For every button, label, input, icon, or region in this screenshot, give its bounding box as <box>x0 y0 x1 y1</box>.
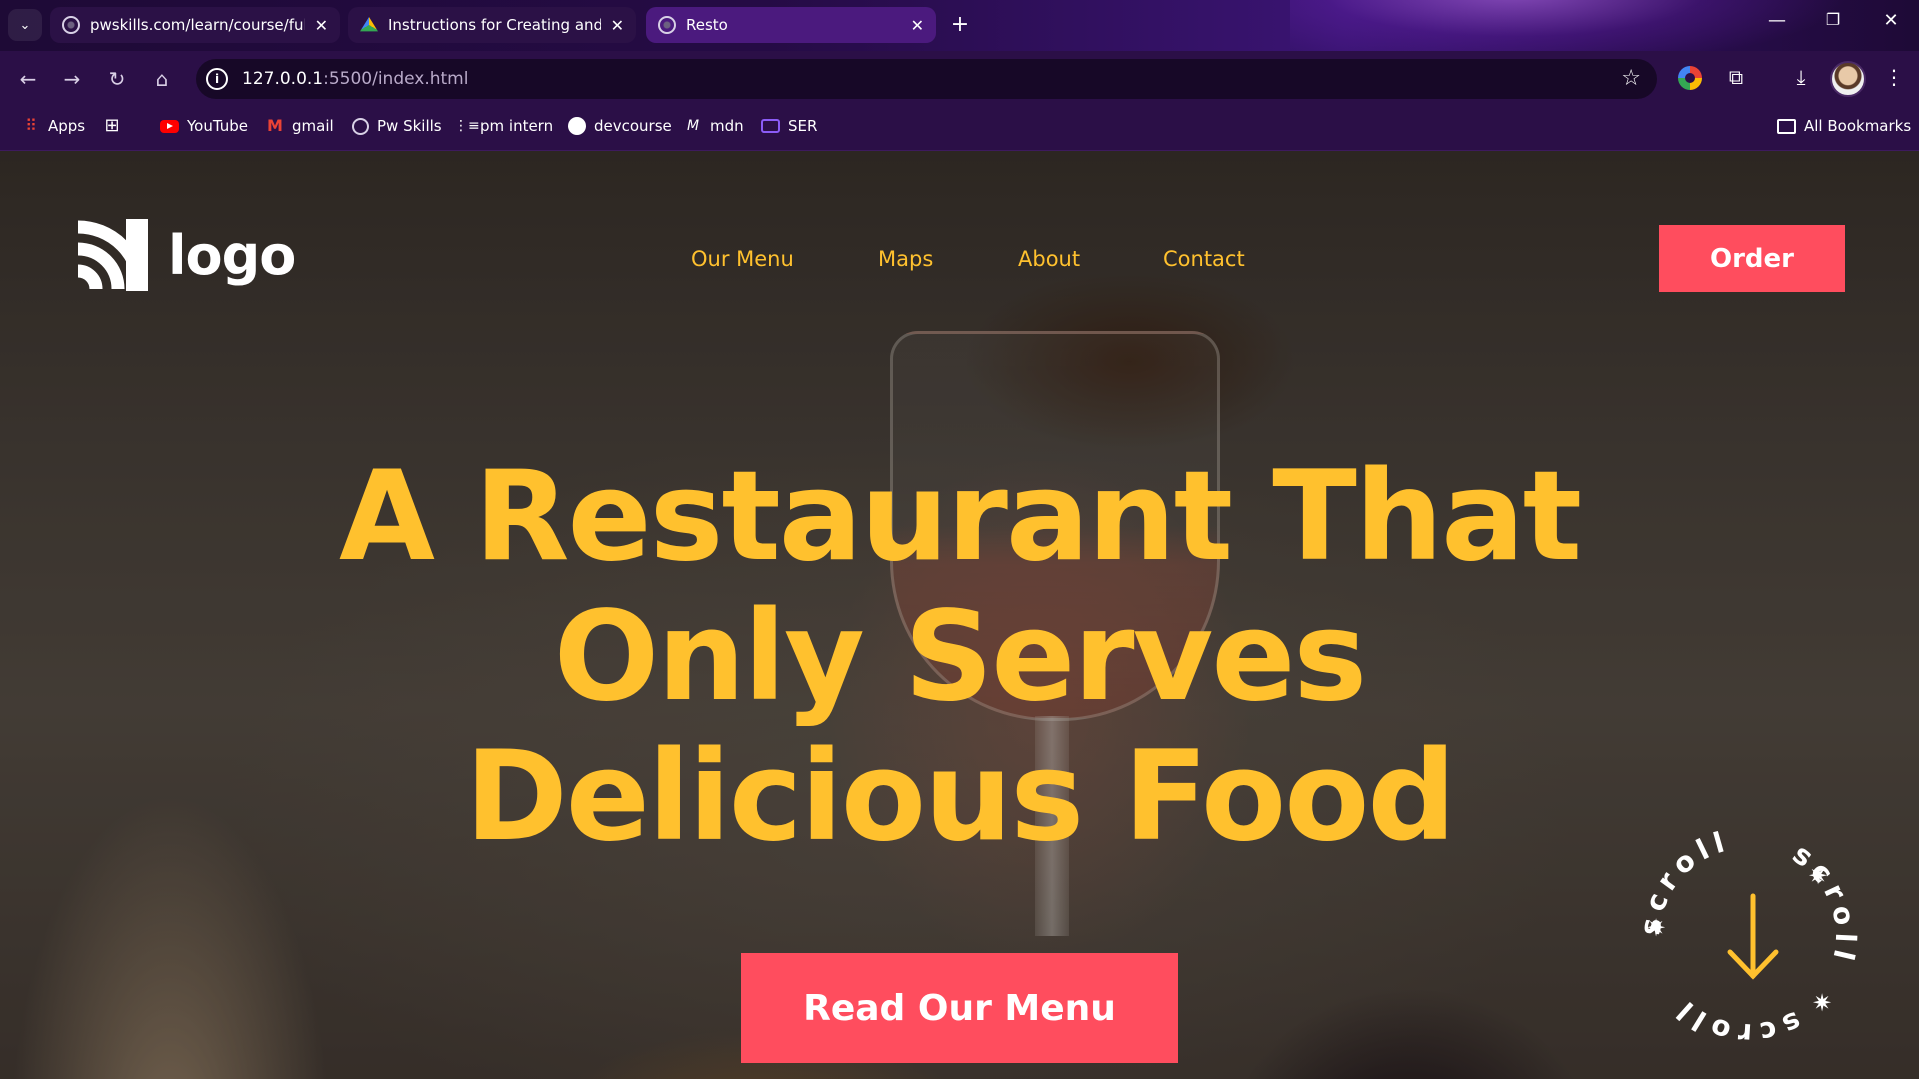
address-url[interactable]: 127.0.0.1:5500/index.html <box>242 69 468 89</box>
logo-mark-icon <box>74 219 148 291</box>
close-window-icon[interactable]: ✕ <box>1876 10 1906 31</box>
scroll-badge-label: scroll <box>1787 837 1858 969</box>
svg-text:✷: ✷ <box>1808 862 1828 890</box>
youtube-icon <box>160 119 179 133</box>
bookmark-gmail[interactable]: M gmail <box>266 116 334 136</box>
url-host: 127.0.0.1 <box>242 69 324 89</box>
color-extension-icon[interactable] <box>1678 66 1702 90</box>
svg-text:✷: ✷ <box>1646 914 1666 942</box>
bookmark-star-icon[interactable]: ☆ <box>1621 66 1641 91</box>
tab-title: Instructions for Creating and Su <box>388 16 601 34</box>
globe-icon <box>352 117 369 135</box>
browser-tab-strip: ⌄ pwskills.com/learn/course/full-s ✕ Ins… <box>0 0 1919 70</box>
address-bar[interactable]: i 127.0.0.1:5500/index.html ☆ <box>196 59 1657 99</box>
bookmark-label: All Bookmarks <box>1804 117 1912 135</box>
folder-icon <box>1777 118 1796 134</box>
svg-text:scroll: scroll <box>1787 837 1858 969</box>
hero-heading-line: A Restaurant That <box>338 445 1582 589</box>
minimize-icon[interactable]: — <box>1762 10 1792 31</box>
monitor-icon <box>761 119 780 133</box>
scroll-indicator[interactable]: scroll scroll scroll ✷ ✷ ✷ <box>1633 824 1858 1050</box>
close-tab-icon[interactable]: ✕ <box>911 16 924 35</box>
list-icon: ⋮≡ <box>454 118 480 134</box>
tab-title: pwskills.com/learn/course/full-s <box>90 16 305 34</box>
profile-avatar[interactable] <box>1830 61 1866 97</box>
extensions-puzzle-icon[interactable]: ⧉ <box>1722 63 1750 91</box>
nav-link-our-menu[interactable]: Our Menu <box>691 247 794 271</box>
bookmark-ser[interactable]: SER <box>761 117 817 135</box>
mdn-icon: M <box>686 118 700 134</box>
browser-tab-pwskills[interactable]: pwskills.com/learn/course/full-s ✕ <box>50 7 340 43</box>
home-icon[interactable]: ⌂ <box>148 65 176 93</box>
bookmark-label: Pw Skills <box>377 117 442 135</box>
browser-tab-instructions[interactable]: Instructions for Creating and Su ✕ <box>348 7 636 43</box>
new-tab-button[interactable]: + <box>945 11 975 41</box>
download-icon[interactable]: ⤓ <box>1787 63 1815 91</box>
bookmark-apps[interactable]: ⠿ Apps <box>22 116 86 136</box>
nav-link-contact[interactable]: Contact <box>1163 247 1245 271</box>
bookmark-label: mdn <box>710 117 744 135</box>
reload-icon[interactable]: ↻ <box>103 65 131 93</box>
page-viewport: logo Our Menu Maps About Contact Order A… <box>0 151 1919 1079</box>
svg-text:✷: ✷ <box>1812 989 1832 1017</box>
globe-icon <box>62 16 80 34</box>
close-tab-icon[interactable]: ✕ <box>315 16 328 35</box>
read-menu-button[interactable]: Read Our Menu <box>741 953 1178 1063</box>
apps-grid-icon: ⠿ <box>25 116 37 135</box>
order-button[interactable]: Order <box>1659 225 1845 292</box>
arrow-down-icon <box>1727 893 1779 980</box>
forward-arrow-icon[interactable]: → <box>58 65 86 93</box>
site-logo[interactable]: logo <box>74 219 296 291</box>
bookmark-mdn[interactable]: M mdn <box>684 117 744 135</box>
nav-link-about[interactable]: About <box>1018 247 1080 271</box>
svg-text:scroll: scroll <box>1666 991 1806 1046</box>
bookmark-label: pm intern <box>480 117 554 135</box>
bookmarks-bar: ⠿ Apps ⊞ YouTube M gmail Pw Skills ⋮≡ pm… <box>0 107 1919 151</box>
tab-groups-icon: ⊞ <box>104 115 120 136</box>
browser-tab-resto[interactable]: Resto ✕ <box>646 7 936 43</box>
hero-heading: A Restaurant That Only Serves Delicious … <box>0 447 1919 867</box>
github-icon <box>568 117 586 135</box>
bookmark-label: gmail <box>292 117 334 135</box>
bookmark-devcourse[interactable]: devcourse <box>568 117 672 135</box>
site-info-icon[interactable]: i <box>206 68 228 90</box>
hero-heading-line: Delicious Food <box>464 725 1456 869</box>
bookmark-tab-groups[interactable]: ⊞ <box>103 117 121 135</box>
all-bookmarks-button[interactable]: All Bookmarks <box>1777 117 1911 135</box>
hero-heading-line: Only Serves <box>553 585 1368 729</box>
bookmark-label: YouTube <box>187 117 248 135</box>
bookmark-label: SER <box>788 117 818 135</box>
bookmark-pw-skills[interactable]: Pw Skills <box>352 117 442 135</box>
google-drive-icon <box>360 17 378 32</box>
tab-title: Resto <box>686 16 728 34</box>
logo-text: logo <box>168 223 296 287</box>
nav-link-maps[interactable]: Maps <box>878 247 933 271</box>
browser-toolbar: ← → ↻ ⌂ i 127.0.0.1:5500/index.html ☆ ⧉ … <box>0 51 1919 107</box>
more-menu-icon[interactable]: ⋮ <box>1880 63 1908 91</box>
tab-search-button[interactable]: ⌄ <box>8 9 42 41</box>
close-tab-icon[interactable]: ✕ <box>611 16 624 35</box>
bookmark-youtube[interactable]: YouTube <box>160 117 248 135</box>
scroll-badge-label: scroll <box>1666 991 1806 1046</box>
bookmark-pm-intern[interactable]: ⋮≡ pm intern <box>454 117 553 135</box>
globe-icon <box>658 16 676 34</box>
back-arrow-icon[interactable]: ← <box>14 65 42 93</box>
bookmark-label: devcourse <box>594 117 672 135</box>
url-path: :5500/index.html <box>323 69 469 89</box>
restore-icon[interactable]: ❐ <box>1818 10 1848 29</box>
bookmark-label: Apps <box>48 117 86 135</box>
gmail-icon: M <box>267 116 283 135</box>
